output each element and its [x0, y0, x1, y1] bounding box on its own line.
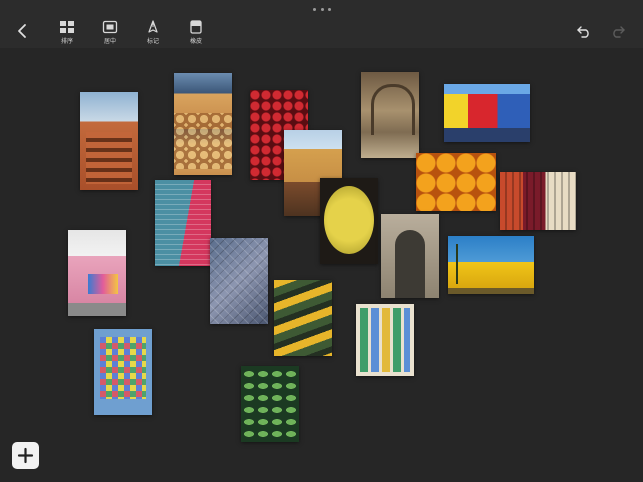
eraser-tool-button[interactable]: 橡皮	[179, 20, 213, 45]
photo-metal-scales[interactable]	[210, 238, 268, 324]
photo-colorful-houses[interactable]	[444, 84, 530, 142]
sort-tool-label: 排序	[60, 38, 73, 45]
plus-icon	[17, 447, 34, 464]
photo-arcade-corridor[interactable]	[361, 72, 419, 158]
top-toolbar: 排序 居中 标记 橡皮	[0, 0, 643, 48]
photo-colorful-windows[interactable]	[356, 304, 414, 376]
photo-market-stall[interactable]	[500, 172, 576, 230]
photo-ice-cream-truck[interactable]	[68, 230, 126, 316]
center-tool-button[interactable]: 居中	[93, 20, 127, 45]
undo-icon[interactable]	[576, 24, 592, 38]
photo-yellow-house-palms[interactable]	[448, 236, 534, 294]
photo-colorful-cubes[interactable]	[94, 329, 152, 415]
photo-moorish-arch[interactable]	[381, 214, 439, 298]
eraser-tool-label: 橡皮	[189, 38, 202, 45]
add-photo-button[interactable]	[12, 442, 39, 469]
photo-canvas[interactable]	[0, 48, 643, 482]
drag-handle-dots[interactable]	[313, 6, 331, 12]
grid-icon	[60, 21, 74, 33]
eraser-icon	[190, 20, 202, 34]
center-frame-icon	[102, 20, 118, 34]
photo-oranges[interactable]	[416, 153, 496, 211]
photo-orange-building[interactable]	[80, 92, 138, 190]
back-chevron-icon[interactable]	[14, 22, 32, 40]
photo-pasta-plate[interactable]	[320, 178, 378, 264]
photo-tower-facade[interactable]	[155, 180, 211, 266]
photo-cheese-market[interactable]	[174, 73, 232, 175]
photo-green-leaves[interactable]	[241, 366, 299, 442]
photo-squash-vegetables[interactable]	[274, 280, 332, 356]
pen-icon	[148, 20, 158, 33]
mark-tool-button[interactable]: 标记	[136, 20, 170, 45]
sort-tool-button[interactable]: 排序	[50, 20, 84, 45]
mark-tool-label: 标记	[146, 38, 159, 45]
redo-icon[interactable]	[610, 24, 626, 38]
center-tool-label: 居中	[103, 38, 116, 45]
